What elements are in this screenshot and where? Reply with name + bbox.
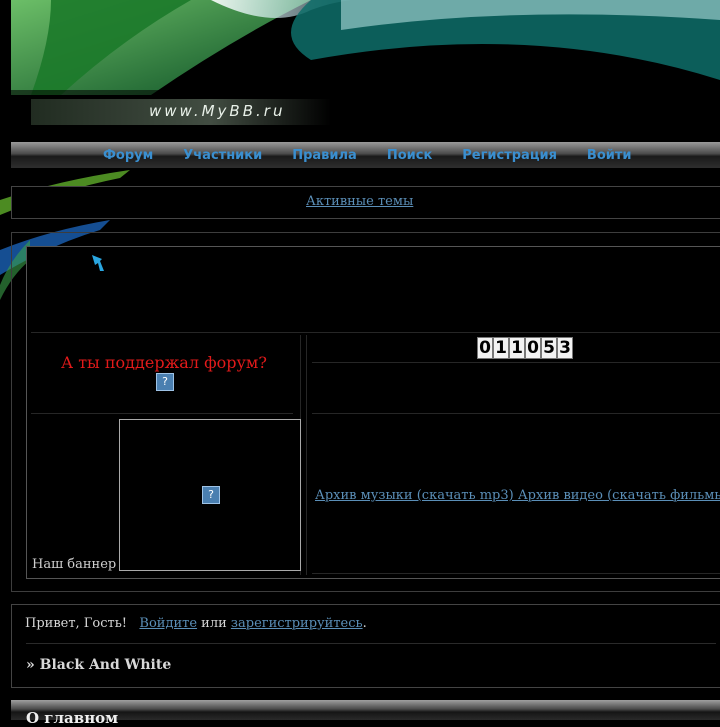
counter-digit: 5	[541, 337, 557, 359]
panel-divider-4	[312, 413, 720, 414]
announcement-panel: А ты поддержал форум? ? 0 1 1 0 5 3 ? На…	[26, 246, 720, 579]
panel-divider-2	[312, 362, 720, 363]
support-forum-text: А ты поддержал форум?	[61, 353, 267, 372]
nav-rules[interactable]: Правила	[292, 148, 357, 163]
nav-register[interactable]: Регистрация	[462, 148, 557, 163]
section-title: О главном	[26, 709, 119, 727]
counter-digit: 0	[477, 337, 493, 359]
register-link[interactable]: зарегистрируйтесь	[231, 616, 363, 631]
welcome-panel: Привет, Гость! Войдите или зарегистрируй…	[11, 604, 720, 688]
breadcrumb: » Black And White	[26, 657, 171, 673]
nav-search[interactable]: Поиск	[387, 148, 432, 163]
counter-digit: 1	[509, 337, 525, 359]
nav-forum[interactable]: Форум	[103, 148, 153, 163]
panel-divider-3	[31, 413, 293, 414]
broken-image-icon: ?	[202, 486, 220, 504]
welcome-divider	[26, 643, 716, 644]
panel-divider	[31, 332, 720, 333]
active-topics-bar: Активные темы	[11, 186, 720, 219]
breadcrumb-arrow: »	[26, 657, 35, 673]
main-panel: А ты поддержал форум? ? 0 1 1 0 5 3 ? На…	[11, 232, 720, 592]
nav-list: Форум Участники Правила Поиск Регистраци…	[103, 148, 662, 163]
cursor-pointer-icon	[92, 255, 104, 271]
header-banner: www.MyBB.ru	[11, 0, 720, 142]
counter-digit: 1	[493, 337, 509, 359]
or-text: или	[201, 616, 227, 631]
panel-divider-5	[312, 573, 720, 574]
login-link[interactable]: Войдите	[139, 616, 197, 631]
broken-image-icon[interactable]: ?	[156, 373, 174, 391]
breadcrumb-title[interactable]: Black And White	[40, 657, 172, 673]
active-topics-link[interactable]: Активные темы	[306, 194, 413, 209]
banner-image-frame[interactable]: ?	[119, 419, 301, 571]
panel-column-divider-2	[306, 335, 307, 575]
greeting-text: Привет, Гость!	[25, 616, 128, 631]
period-text: .	[362, 616, 367, 631]
counter-digit: 3	[557, 337, 573, 359]
archive-links[interactable]: Архив музыки (скачать mp3) Архив видео (…	[315, 488, 720, 503]
nav-login[interactable]: Войти	[587, 148, 632, 163]
banner-label: Наш баннер	[32, 557, 117, 572]
section-header-bar: О главном	[11, 700, 720, 727]
site-logo[interactable]: www.MyBB.ru	[149, 102, 285, 120]
main-navbar: Форум Участники Правила Поиск Регистраци…	[11, 142, 720, 168]
welcome-message: Привет, Гость! Войдите или зарегистрируй…	[25, 616, 367, 631]
counter-digit: 0	[525, 337, 541, 359]
nav-members[interactable]: Участники	[183, 148, 262, 163]
visit-counter: 0 1 1 0 5 3	[477, 337, 573, 359]
